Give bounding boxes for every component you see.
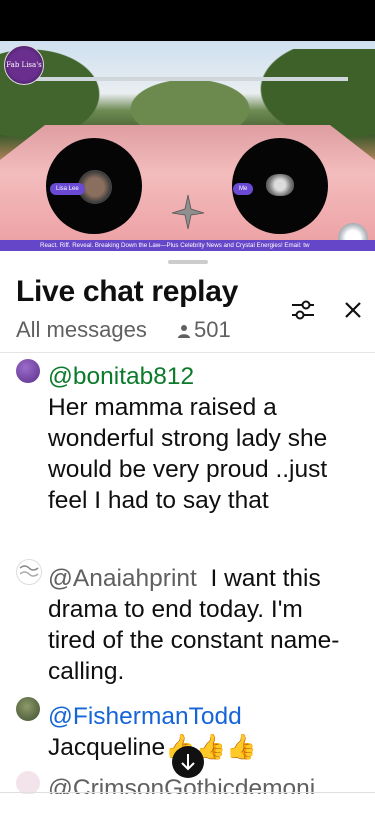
avatar[interactable] [16, 559, 42, 585]
drag-handle[interactable] [168, 260, 208, 264]
participant-left-label: Lisa Lee [50, 183, 85, 195]
close-icon[interactable] [338, 295, 368, 325]
chat-message-text: Her mamma raised a wonderful strong lady… [48, 394, 328, 514]
hood-ornament [171, 194, 205, 230]
chat-message-text: Jacqueline👍👍👍 [48, 734, 257, 761]
avatar[interactable] [16, 771, 40, 794]
status-bar [0, 0, 375, 41]
chat-author[interactable]: @FishermanTodd [48, 703, 242, 730]
avatar[interactable] [16, 697, 40, 721]
channel-logo: Fab Lisa's [4, 45, 44, 85]
participant-right-photo [266, 174, 294, 196]
avatar-image-icon [19, 565, 39, 577]
person-icon [178, 325, 190, 338]
avatar[interactable] [16, 359, 40, 383]
bottom-divider [0, 792, 375, 793]
viewer-count: 501 [194, 317, 231, 342]
video-ticker: React. Riff. Reveal. Breaking Down the L… [0, 240, 375, 251]
arrow-down-icon [181, 754, 195, 771]
scroll-to-bottom-button[interactable] [172, 746, 204, 778]
sliders-icon[interactable] [288, 295, 318, 325]
participant-right-label: Me [233, 183, 254, 195]
video-windshield [28, 77, 348, 81]
chat-author[interactable]: @bonitab812 [48, 363, 194, 390]
video-player[interactable] [0, 41, 375, 251]
chat-message-body: @bonitab812 Her mamma raised a wonderful… [48, 361, 355, 516]
chat-filter-label[interactable]: All messages [16, 317, 147, 343]
chat-title: Live chat replay [16, 275, 238, 308]
chat-author[interactable]: @Anaiahprint [48, 565, 197, 592]
chat-message-list[interactable]: @bonitab812 Her mamma raised a wonderful… [0, 355, 375, 794]
chat-message-body: @Anaiahprint I want this drama to end to… [48, 563, 355, 687]
header-divider [0, 352, 375, 353]
